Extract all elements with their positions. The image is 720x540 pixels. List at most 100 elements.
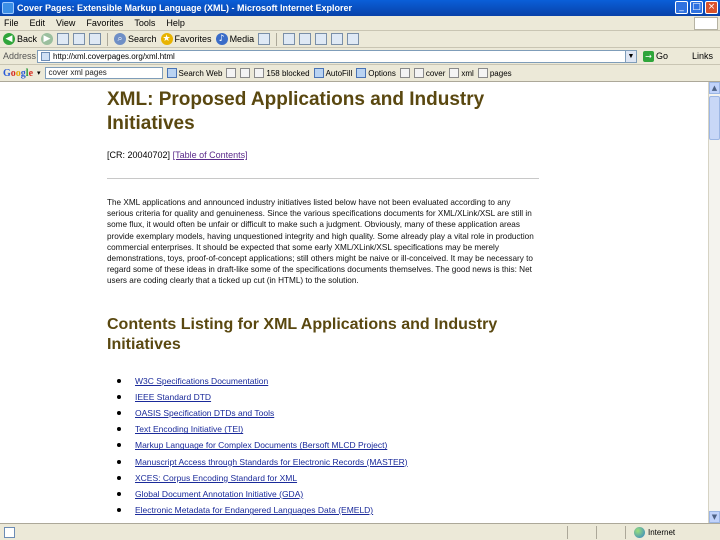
toolbar-separator — [276, 32, 278, 46]
chevron-down-icon[interactable]: ▼ — [625, 50, 636, 62]
word-find-cover[interactable]: cover — [413, 68, 446, 78]
word-label: pages — [489, 68, 512, 78]
stop-icon[interactable] — [57, 33, 70, 45]
contents-link[interactable]: Manuscript Access through Standards for … — [135, 457, 408, 467]
autofill-label: AutoFill — [325, 68, 353, 78]
popup-blocker-button[interactable]: 158 blocked — [254, 68, 310, 78]
page-content: XML: Proposed Applications and Industry … — [0, 82, 708, 523]
mail-icon[interactable] — [283, 33, 296, 45]
standard-toolbar: ◀ Back ▶ ⌕ Search ★ Favorites ♪ Media — [0, 31, 720, 48]
status-bar: Internet — [0, 523, 720, 540]
title-bar[interactable]: Cover Pages: Extensible Markup Language … — [0, 0, 720, 16]
contents-list: W3C Specifications Documentation IEEE St… — [107, 373, 547, 519]
address-label: Address — [3, 51, 37, 61]
go-label: Go — [656, 51, 669, 61]
maximize-button[interactable]: □ — [690, 1, 703, 14]
zone-label: Internet — [648, 527, 676, 537]
menu-file[interactable]: File — [4, 18, 19, 28]
address-bar: Address http://xml.coverpages.org/xml.ht… — [0, 48, 720, 65]
search-web-icon — [166, 68, 177, 78]
contents-link[interactable]: OASIS Specification DTDs and Tools — [135, 408, 274, 418]
autofill-icon — [313, 68, 324, 78]
media-button[interactable]: ♪ Media — [215, 33, 254, 45]
discuss-icon[interactable] — [331, 33, 344, 45]
google-search-input[interactable]: cover xml pages — [44, 67, 163, 79]
toc-link[interactable]: [Table of Contents] — [173, 150, 248, 160]
refresh-icon[interactable] — [73, 33, 86, 45]
address-url: http://xml.coverpages.org/xml.html — [53, 51, 175, 61]
contents-link[interactable]: W3C Specifications Documentation — [135, 376, 268, 386]
popup-blocker-icon — [254, 68, 265, 78]
search-web-label: Search Web — [178, 68, 223, 78]
autofill-button[interactable]: AutoFill — [313, 68, 353, 78]
find-icon — [449, 68, 460, 78]
go-arrow-icon: → — [643, 50, 654, 62]
menu-favorites[interactable]: Favorites — [86, 18, 123, 28]
search-button[interactable]: ⌕ Search — [114, 33, 157, 45]
status-lock-cell — [601, 526, 621, 539]
list-item: Electronic Metadata for Endangered Langu… — [117, 502, 547, 518]
contents-link[interactable]: Markup Language for Complex Documents (B… — [135, 440, 387, 450]
word-find-xml[interactable]: xml — [449, 68, 474, 78]
bullet-icon — [117, 427, 121, 432]
globe-icon — [634, 526, 645, 538]
minimize-button[interactable]: _ — [675, 1, 688, 14]
links-button[interactable]: Links — [692, 51, 713, 61]
menu-help[interactable]: Help — [166, 18, 185, 28]
bullet-icon — [117, 459, 121, 464]
search-icon: ⌕ — [114, 33, 127, 45]
options-button[interactable]: Options — [356, 68, 396, 78]
menu-tools[interactable]: Tools — [134, 18, 155, 28]
google-dropdown-icon[interactable]: ▾ — [37, 69, 41, 77]
address-input[interactable]: http://xml.coverpages.org/xml.html ▼ — [37, 49, 637, 63]
divider — [107, 178, 539, 179]
security-zone[interactable]: Internet — [630, 526, 720, 538]
find-icon — [477, 68, 488, 78]
forward-button[interactable]: ▶ — [41, 33, 54, 45]
bullet-icon — [117, 394, 121, 399]
list-item: Text Encoding Initiative (TEI) — [117, 421, 547, 437]
news-icon[interactable] — [226, 68, 237, 78]
media-icon: ♪ — [215, 33, 228, 45]
favorites-button[interactable]: ★ Favorites — [160, 33, 212, 45]
contents-link[interactable]: IEEE Standard DTD — [135, 392, 211, 402]
star-icon: ★ — [160, 33, 173, 45]
contents-link[interactable]: Global Document Annotation Initiative (G… — [135, 489, 303, 499]
contents-link[interactable]: Electronic Metadata for Endangered Langu… — [135, 505, 373, 515]
word-find-pages[interactable]: pages — [477, 68, 512, 78]
messenger-icon[interactable] — [347, 33, 360, 45]
search-label: Search — [128, 34, 157, 44]
window-title: Cover Pages: Extensible Markup Language … — [17, 3, 353, 13]
history-icon[interactable] — [258, 33, 271, 45]
list-item: Markup Language for Complex Documents (B… — [117, 437, 547, 453]
back-label: Back — [17, 34, 38, 44]
go-button[interactable]: → Go — [643, 50, 669, 62]
menu-view[interactable]: View — [56, 18, 75, 28]
vertical-scrollbar[interactable]: ▲ ▼ — [708, 82, 720, 523]
google-logo[interactable]: Google — [3, 68, 33, 79]
intro-paragraph: The XML applications and announced indus… — [107, 198, 534, 286]
edit-icon[interactable] — [315, 33, 328, 45]
close-button[interactable]: × — [705, 1, 718, 14]
back-arrow-icon: ◀ — [3, 33, 15, 45]
document-icon — [4, 526, 15, 538]
contents-link[interactable]: Text Encoding Initiative (TEI) — [135, 424, 243, 434]
search-web-button[interactable]: Search Web — [166, 68, 223, 78]
scroll-down-icon[interactable]: ▼ — [709, 511, 720, 523]
bullet-icon — [117, 492, 121, 497]
scroll-up-icon[interactable]: ▲ — [709, 82, 720, 94]
options-label: Options — [368, 68, 396, 78]
scroll-thumb[interactable] — [709, 96, 720, 140]
contents-link[interactable]: XCES: Corpus Encoding Standard for XML — [135, 473, 297, 483]
print-icon[interactable] — [299, 33, 312, 45]
status-separator — [625, 525, 626, 539]
home-icon[interactable] — [89, 33, 102, 45]
ie-icon — [2, 2, 14, 14]
highlight-icon[interactable] — [399, 68, 410, 78]
pagerank-icon[interactable] — [240, 68, 251, 78]
bullet-icon — [117, 475, 121, 480]
word-label: cover — [425, 68, 446, 78]
back-button[interactable]: ◀ Back — [3, 33, 37, 45]
menu-edit[interactable]: Edit — [30, 18, 46, 28]
page-title: XML: Proposed Applications and Industry … — [107, 89, 485, 134]
